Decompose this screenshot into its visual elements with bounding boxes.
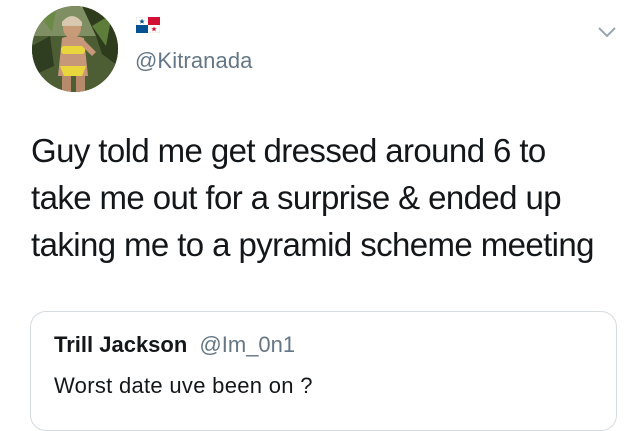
quoted-author-name: Trill Jackson bbox=[54, 332, 188, 357]
quoted-tweet-card[interactable]: Trill Jackson @Im_0n1 Worst date uve bee… bbox=[30, 311, 617, 431]
quoted-tweet-author: Trill Jackson @Im_0n1 bbox=[54, 332, 295, 358]
chevron-down-icon[interactable] bbox=[596, 24, 618, 40]
avatar-image bbox=[32, 6, 118, 92]
quoted-tweet-text: Worst date uve been on ? bbox=[54, 373, 313, 398]
tweet-text: Guy told me get dressed around 6 to take… bbox=[31, 132, 595, 263]
avatar[interactable] bbox=[32, 6, 118, 92]
panama-flag-icon bbox=[136, 17, 160, 33]
author-handle[interactable]: @Kitranada bbox=[135, 48, 253, 74]
quoted-author-handle: @Im_0n1 bbox=[199, 332, 296, 357]
tweet: @Kitranada Guy told me get dressed aroun… bbox=[0, 0, 625, 431]
